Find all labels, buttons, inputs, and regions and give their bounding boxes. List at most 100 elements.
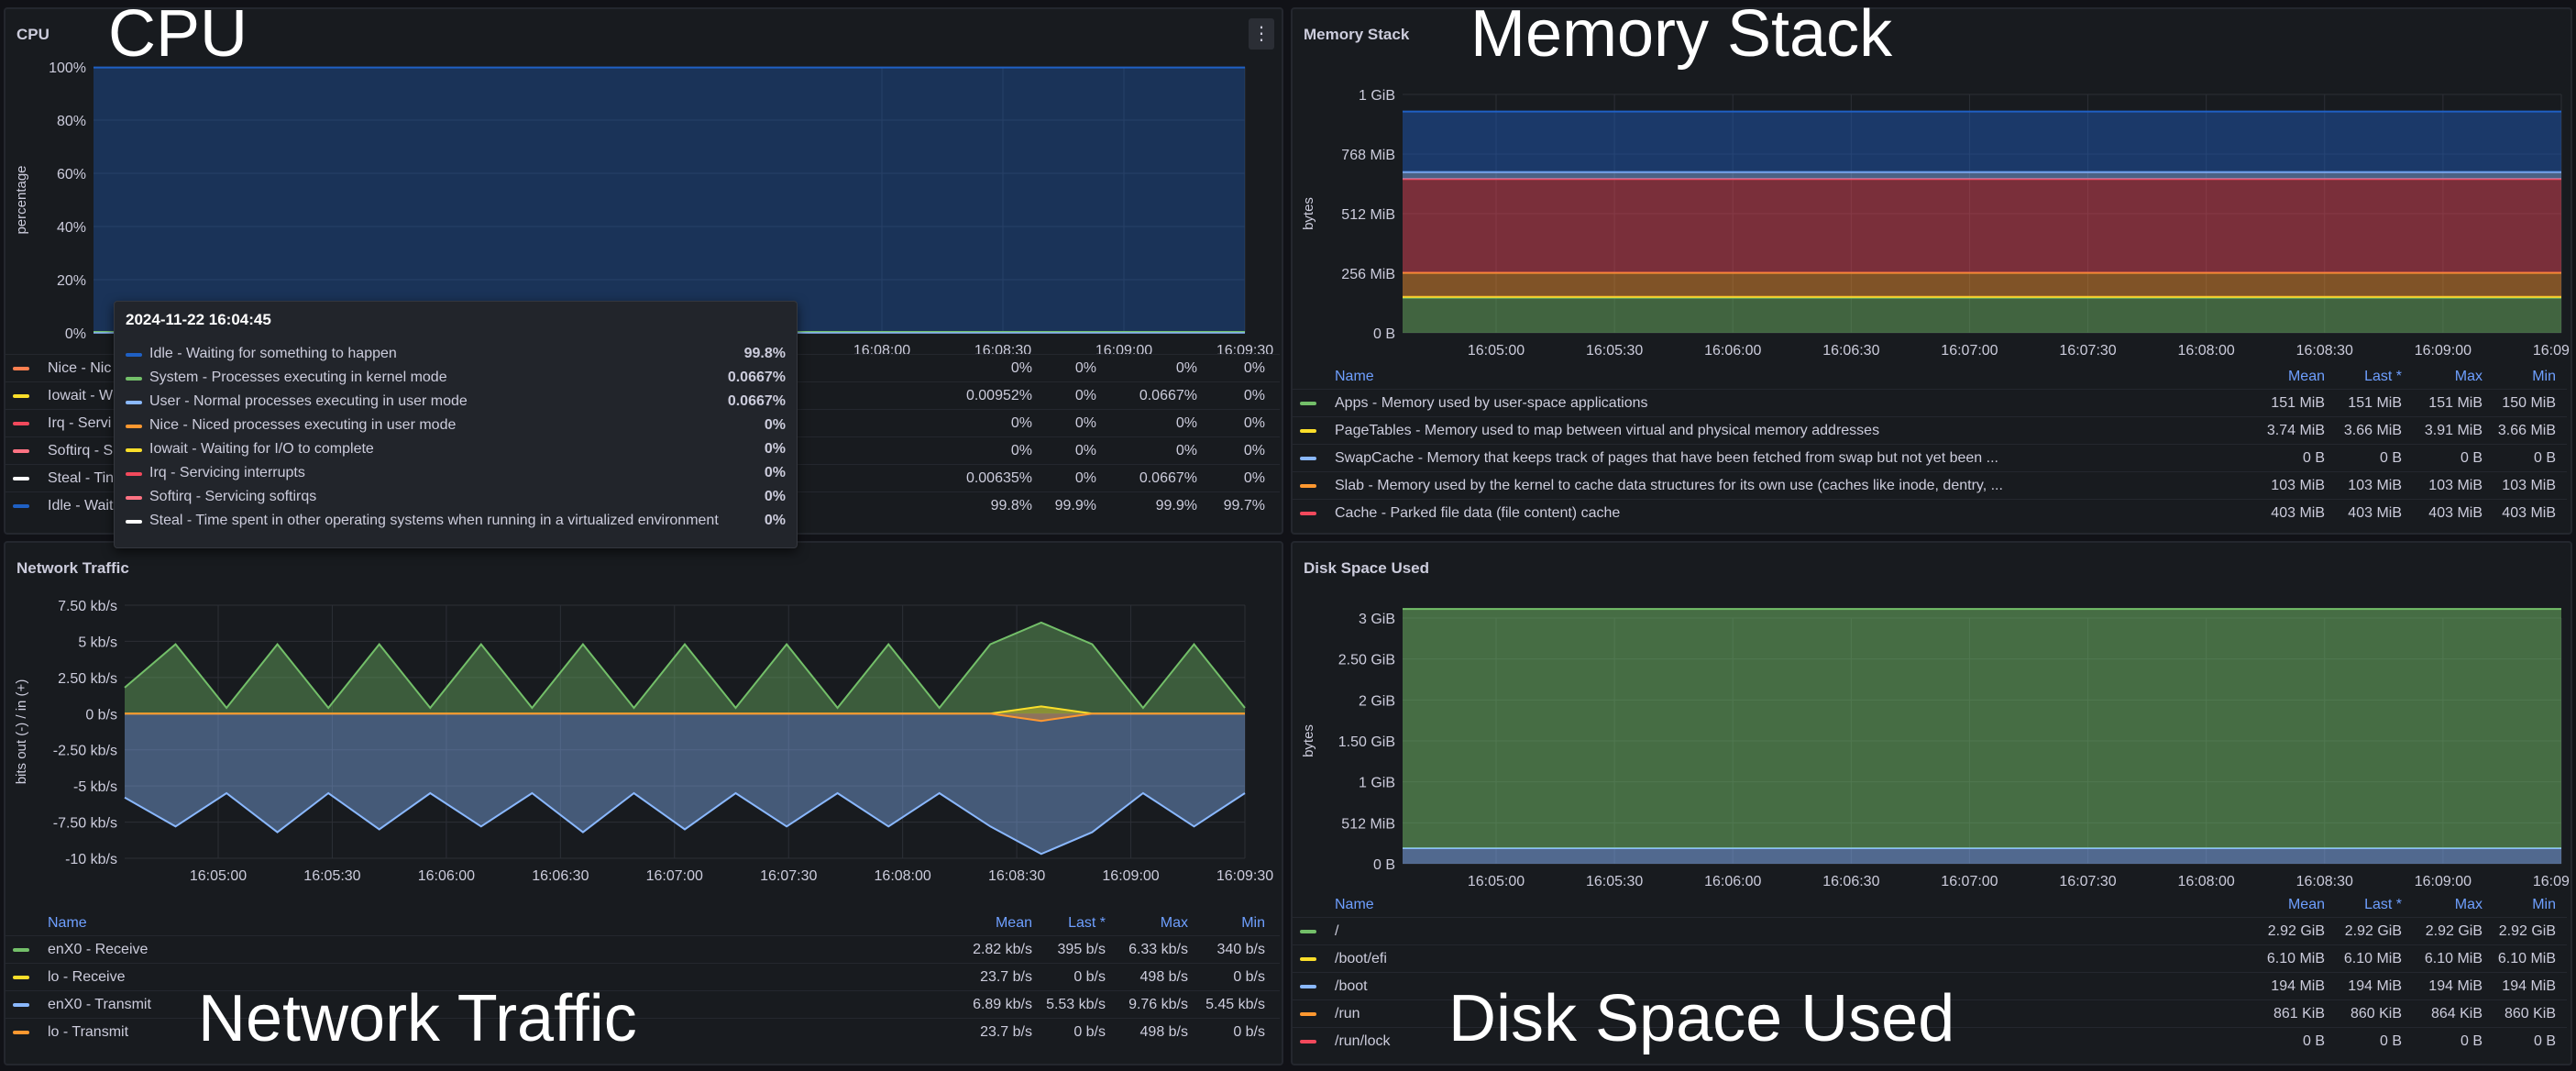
y-tick-label: 512 MiB	[1341, 816, 1395, 832]
legend-value: 6.10 MiB	[2497, 951, 2556, 966]
legend-value: 0%	[1010, 360, 1032, 376]
y-tick-label: 0 B	[1373, 326, 1395, 342]
legend-value: 0 B	[2460, 1033, 2482, 1049]
legend-header-mean[interactable]: Mean	[2288, 369, 2325, 385]
legend-value: 403 MiB	[2271, 505, 2325, 521]
legend-row[interactable]: Cache - Parked file data (file content) …	[1293, 499, 2567, 527]
legend-value: 9.76 kb/s	[1128, 997, 1188, 1012]
tooltip-swatch	[126, 472, 142, 476]
legend-header-name[interactable]: Name	[1335, 897, 1374, 913]
legend-row[interactable]: Slab - Memory used by the kernel to cach…	[1293, 471, 2567, 500]
legend-header-max[interactable]: Max	[2455, 897, 2482, 913]
legend-label: /run/lock	[1335, 1033, 1391, 1049]
legend-row[interactable]: /boot/efi 6.10 MiB 6.10 MiB 6.10 MiB 6.10 Mi…	[1293, 944, 2567, 973]
legend-value: 194 MiB	[2271, 978, 2325, 994]
legend-header-last[interactable]: Last *	[1068, 915, 1106, 932]
legend-header-min[interactable]: Min	[2532, 369, 2556, 385]
stack-area-apps	[1403, 297, 2561, 333]
y-tick-label: -2.50 kb/s	[53, 744, 117, 759]
legend-swatch	[1300, 512, 1316, 515]
legend-label: Steal - Tin	[48, 470, 115, 486]
y-tick-label: 2.50 kb/s	[58, 671, 117, 687]
legend-value: 0 B	[2379, 450, 2402, 466]
legend-value: 6.89 kb/s	[973, 997, 1032, 1012]
x-tick-label: 16:05:00	[1468, 874, 1525, 889]
tooltip-label: System - Processes executing in kernel m…	[149, 370, 447, 385]
legend-row[interactable]: PageTables - Memory used to map between …	[1293, 416, 2567, 445]
legend-swatch	[1300, 930, 1316, 933]
y-axis-label: bytes	[1301, 724, 1316, 757]
tooltip-swatch	[126, 377, 142, 381]
legend-header-mean[interactable]: Mean	[996, 915, 1032, 932]
legend-value: 194 MiB	[2348, 978, 2402, 994]
x-tick-label: 16:06:30	[1822, 343, 1879, 359]
legend-label: lo - Transmit	[48, 1024, 129, 1040]
y-tick-label: 1 GiB	[1359, 88, 1395, 104]
legend-value: 2.92 GiB	[2344, 923, 2402, 939]
y-tick-label: -10 kb/s	[65, 852, 117, 867]
legend-value: 0%	[1175, 443, 1197, 458]
legend-swatch	[13, 976, 29, 979]
legend-label: Apps - Memory used by user-space applica…	[1335, 395, 1648, 411]
series-area-enx0-transmit	[125, 713, 1245, 855]
legend-header: Name Mean Last * Max Min	[6, 910, 1280, 935]
tooltip-label: User - Normal processes executing in use…	[149, 393, 468, 409]
tooltip-value: 0%	[764, 465, 786, 480]
legend-value: 194 MiB	[2502, 978, 2556, 994]
legend-header-min[interactable]: Min	[2532, 897, 2556, 913]
x-tick-label: 16:07:00	[1941, 343, 1998, 359]
legend-value: 23.7 b/s	[980, 1024, 1032, 1040]
y-tick-label: -7.50 kb/s	[53, 816, 117, 832]
network-legend: Name Mean Last * Max Min enX0 - Receive 2.82 k…	[6, 910, 1280, 1064]
x-tick-label: 16:05:30	[1586, 343, 1643, 359]
legend-swatch	[13, 948, 29, 952]
legend-header-last[interactable]: Last *	[2364, 369, 2402, 385]
legend-value: 0%	[1243, 360, 1265, 376]
legend-row[interactable]: lo - Receive 23.7 b/s 0 b/s 498 b/s 0 b/s	[6, 963, 1280, 991]
x-tick-label: 16:05:30	[303, 868, 360, 884]
x-tick-label: 16:06:00	[418, 868, 475, 884]
legend-header-name[interactable]: Name	[48, 915, 87, 932]
tooltip-row: Iowait - Waiting for I/O to complete 0%	[115, 437, 797, 461]
legend-label: Idle - Wait	[48, 498, 114, 513]
legend-swatch	[1300, 985, 1316, 988]
legend-swatch	[13, 1031, 29, 1034]
legend-header-max[interactable]: Max	[2455, 369, 2482, 385]
tooltip-row: Softirq - Servicing softirqs 0%	[115, 485, 797, 509]
legend-row[interactable]: lo - Transmit 23.7 b/s 0 b/s 498 b/s 0 b/s	[6, 1018, 1280, 1046]
legend-value: 498 b/s	[1139, 1024, 1188, 1040]
tooltip-value: 0.0667%	[727, 393, 786, 409]
legend-swatch	[13, 477, 29, 480]
legend-header-mean[interactable]: Mean	[2288, 897, 2325, 913]
legend-value: 395 b/s	[1057, 942, 1106, 957]
legend-row[interactable]: SwapCache - Memory that keeps track of p…	[1293, 444, 2567, 472]
legend-swatch	[1300, 484, 1316, 488]
x-tick-label: 16:06:30	[1822, 874, 1879, 889]
legend-header-min[interactable]: Min	[1241, 915, 1265, 932]
tooltip-swatch	[126, 353, 142, 357]
x-tick-label: 16:09:00	[1102, 868, 1159, 884]
legend-value: 861 KiB	[2273, 1006, 2325, 1021]
legend-header-name[interactable]: Name	[1335, 369, 1374, 385]
legend-label: enX0 - Receive	[48, 942, 149, 957]
legend-value: 2.92 GiB	[2267, 923, 2325, 939]
legend-row[interactable]: Apps - Memory used by user-space applica…	[1293, 389, 2567, 417]
legend-value: 0 B	[2302, 450, 2325, 466]
legend-label: PageTables - Memory used to map between …	[1335, 423, 1880, 438]
legend-header-max[interactable]: Max	[1161, 915, 1188, 932]
legend-row[interactable]: enX0 - Receive 2.82 kb/s 395 b/s 6.33 kb/s 3…	[6, 935, 1280, 964]
legend-value: 0 B	[2460, 450, 2482, 466]
legend-value: 860 KiB	[2504, 1006, 2556, 1021]
stack-area-slab	[1403, 272, 2561, 297]
legend-swatch	[1300, 402, 1316, 405]
legend-header-last[interactable]: Last *	[2364, 897, 2402, 913]
legend-row[interactable]: enX0 - Transmit 6.89 kb/s 5.53 kb/s 9.76 kb…	[6, 990, 1280, 1019]
legend-label: SwapCache - Memory that keeps track of p…	[1335, 450, 1998, 466]
x-tick-label: 16:05:30	[1586, 874, 1643, 889]
legend-value: 0%	[1074, 470, 1096, 486]
x-tick-label: 16:08:00	[2178, 874, 2235, 889]
legend-value: 150 MiB	[2502, 395, 2556, 411]
legend-value: 0%	[1243, 443, 1265, 458]
legend-row[interactable]: / 2.92 GiB 2.92 GiB 2.92 GiB 2.92 GiB	[1293, 917, 2567, 945]
disk-chart: 0 B 512 MiB 1 GiB 1.50 GiB 2 GiB 2.50 GiB 3 Gi…	[1301, 608, 2570, 889]
